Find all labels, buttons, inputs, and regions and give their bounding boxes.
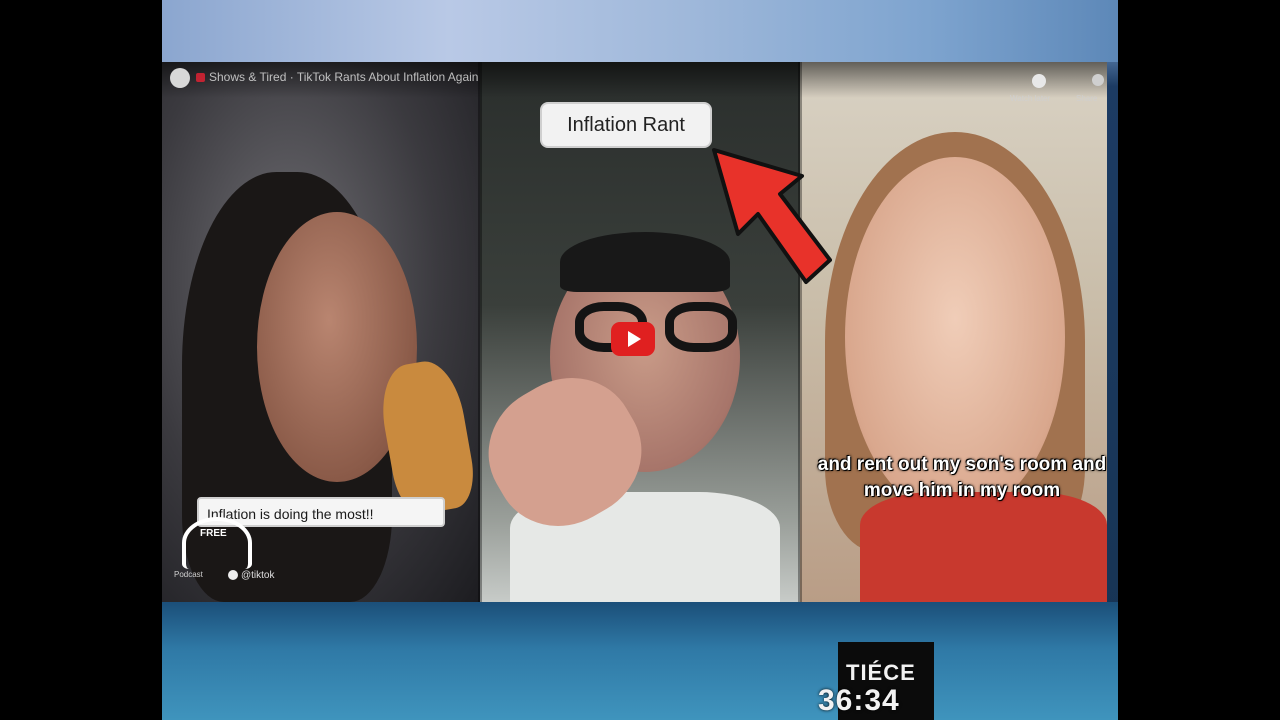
channel-icon xyxy=(196,73,205,83)
inflation-rant-label: Inflation Rant xyxy=(542,104,710,146)
video-timestamp: 36:34 xyxy=(818,684,900,717)
tiktok-handle: @tiktok xyxy=(228,570,275,581)
podcast-name: Podcast xyxy=(174,570,203,579)
podcast-logo-text: FREE xyxy=(200,528,227,539)
podcast-logo xyxy=(182,517,252,569)
channel-avatar[interactable] xyxy=(170,68,190,88)
watch-later-label: Watch later xyxy=(1010,94,1051,103)
video-player[interactable]: Shows & Tired · TikTok Rants About Infla… xyxy=(162,62,1107,602)
watermark-text: TIÉCE xyxy=(846,660,916,685)
tiktok-icon xyxy=(228,570,238,581)
person-shirt xyxy=(860,492,1107,602)
video-title[interactable]: Shows & Tired · TikTok Rants About Infla… xyxy=(196,70,478,84)
video-title-text: Shows & Tired · TikTok Rants About Infla… xyxy=(209,70,479,84)
share-icon[interactable] xyxy=(1092,74,1104,86)
red-arrow-icon xyxy=(712,148,832,284)
right-caption: and rent out my son's room and move him … xyxy=(817,454,1107,501)
screen-top-glow xyxy=(162,0,1118,62)
video-panel-right xyxy=(800,62,1107,602)
panel-divider xyxy=(478,62,482,602)
desktop-bottom-band xyxy=(162,602,1118,720)
youtube-play-icon[interactable] xyxy=(611,322,655,356)
glasses-lens-right xyxy=(665,302,737,352)
eyeglasses xyxy=(575,302,745,362)
left-letterbox xyxy=(0,0,162,720)
clock-icon[interactable] xyxy=(1032,74,1046,88)
share-label: Share xyxy=(1076,94,1098,103)
tiktok-handle-text: @tiktok xyxy=(241,570,275,581)
right-letterbox xyxy=(1118,0,1280,720)
monitor-screen: Shows & Tired · TikTok Rants About Infla… xyxy=(162,0,1118,720)
video-top-bar: Shows & Tired · TikTok Rants About Infla… xyxy=(162,62,1107,103)
